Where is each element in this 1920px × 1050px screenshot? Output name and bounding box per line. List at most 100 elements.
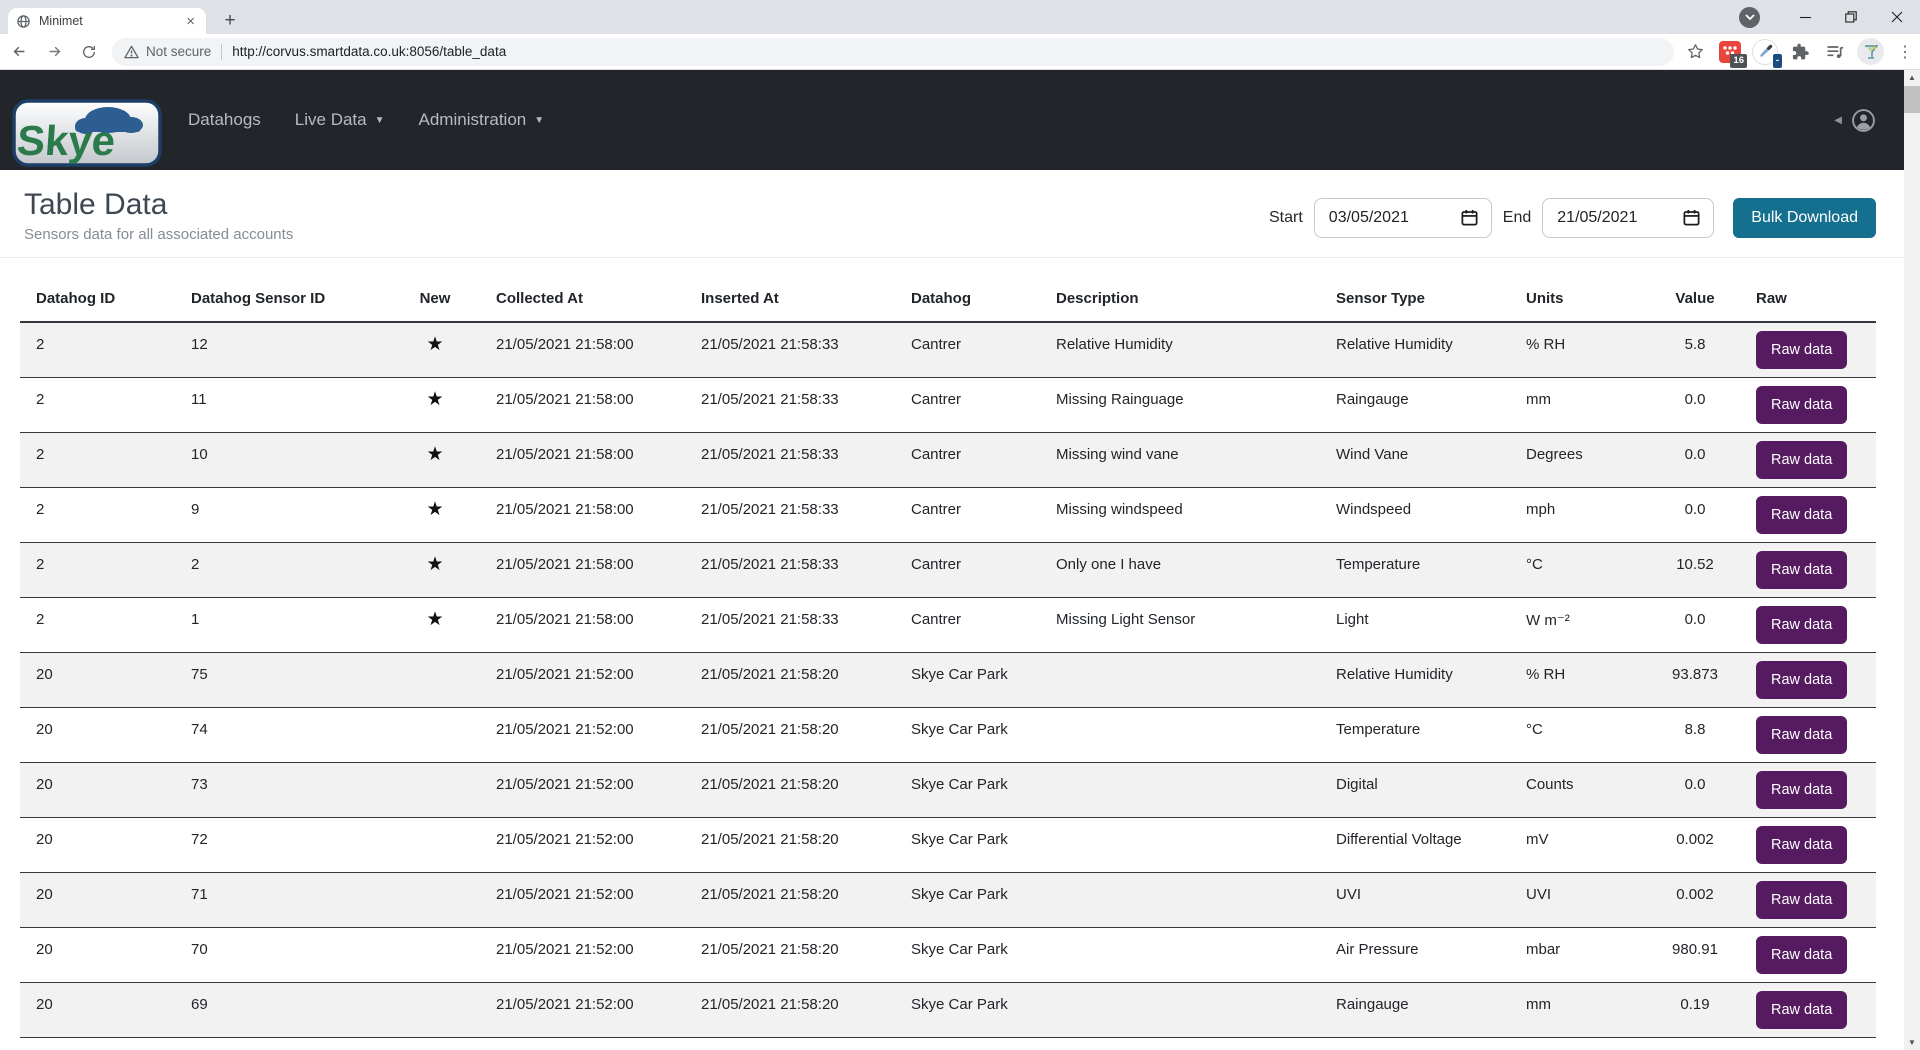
forward-icon[interactable] <box>38 36 70 68</box>
page-content: Table Data Sensors data for all associat… <box>0 170 1904 1050</box>
reload-icon[interactable] <box>73 36 105 68</box>
eyedropper-extension-icon[interactable]: - <box>1752 39 1778 65</box>
new-star-icon: ★ <box>426 499 443 520</box>
media-list-icon[interactable] <box>1822 39 1848 65</box>
cell-sensor-id: 75 <box>175 653 390 708</box>
column-header-collected-at: Collected At <box>480 268 685 322</box>
profile-avatar[interactable] <box>1857 38 1884 65</box>
raw-data-button[interactable]: Raw data <box>1756 826 1847 864</box>
cell-collected-at: 21/05/2021 21:58:00 <box>480 543 685 598</box>
skye-logo[interactable]: Skye <box>12 99 162 172</box>
bulk-download-button[interactable]: Bulk Download <box>1733 198 1876 238</box>
cell-value: 0.0 <box>1650 433 1740 488</box>
cell-raw: Raw data <box>1740 763 1876 818</box>
nav-item-administration[interactable]: Administration ▼ <box>419 110 545 130</box>
cell-collected-at: 21/05/2021 21:52:00 <box>480 873 685 928</box>
cell-new <box>390 653 480 708</box>
column-header-datahog-sensor-id: Datahog Sensor ID <box>175 268 390 322</box>
omnibox-divider <box>221 44 222 60</box>
puzzle-extensions-icon[interactable] <box>1787 39 1813 65</box>
cell-value: 0.002 <box>1650 818 1740 873</box>
cell-units: UVI <box>1510 873 1650 928</box>
cell-new: ★ <box>390 488 480 543</box>
table-row: 207521/05/2021 21:52:0021/05/2021 21:58:… <box>20 653 1876 708</box>
cell-collected-at: 21/05/2021 21:52:00 <box>480 653 685 708</box>
table-row: 22★21/05/2021 21:58:0021/05/2021 21:58:3… <box>20 543 1876 598</box>
cell-raw: Raw data <box>1740 433 1876 488</box>
window-minimize-button[interactable] <box>1782 0 1828 34</box>
cell-datahog-id: 2 <box>20 322 175 378</box>
cell-value: 5.8 <box>1650 322 1740 378</box>
scrollbar-down-icon[interactable]: ▼ <box>1904 1035 1920 1050</box>
calendar-icon[interactable] <box>1460 208 1479 227</box>
cell-description: Missing Light Sensor <box>1040 598 1320 653</box>
raw-data-button[interactable]: Raw data <box>1756 496 1847 534</box>
raw-data-button[interactable]: Raw data <box>1756 881 1847 919</box>
raw-data-button[interactable]: Raw data <box>1756 386 1847 424</box>
end-date-input[interactable]: 21/05/2021 <box>1542 198 1714 238</box>
back-icon[interactable] <box>3 36 35 68</box>
cell-new: ★ <box>390 378 480 433</box>
raw-data-button[interactable]: Raw data <box>1756 441 1847 479</box>
cell-datahog: Cantrer <box>895 433 1040 488</box>
cell-new <box>390 818 480 873</box>
bookmark-star-icon[interactable] <box>1679 36 1711 68</box>
tab-close-icon[interactable]: × <box>183 14 198 29</box>
cell-datahog-id: 2 <box>20 543 175 598</box>
cell-inserted-at: 21/05/2021 21:58:20 <box>685 818 895 873</box>
cell-datahog-id: 20 <box>20 818 175 873</box>
calendar-icon[interactable] <box>1682 208 1701 227</box>
cell-description: Missing windspeed <box>1040 488 1320 543</box>
app-navbar: Skye Datahogs Live Data ▼ Administration… <box>0 70 1904 170</box>
eyedropper-badge: - <box>1773 54 1782 67</box>
cell-datahog: Skye Car Park <box>895 928 1040 983</box>
raw-data-button[interactable]: Raw data <box>1756 606 1847 644</box>
cell-inserted-at: 21/05/2021 21:58:20 <box>685 873 895 928</box>
raw-data-button[interactable]: Raw data <box>1756 771 1847 809</box>
url-text[interactable]: http://corvus.smartdata.co.uk:8056/table… <box>232 44 506 59</box>
cell-sensor-type: Digital <box>1320 763 1510 818</box>
raw-data-button[interactable]: Raw data <box>1756 991 1847 1029</box>
cell-datahog-id: 20 <box>20 928 175 983</box>
raw-data-button[interactable]: Raw data <box>1756 936 1847 974</box>
cell-datahog: Skye Car Park <box>895 763 1040 818</box>
new-star-icon: ★ <box>426 334 443 355</box>
collapse-left-icon[interactable]: ◀ <box>1834 115 1842 126</box>
nav-item-live-data[interactable]: Live Data ▼ <box>295 110 385 130</box>
raw-data-button[interactable]: Raw data <box>1756 661 1847 699</box>
cell-sensor-type: Wind Vane <box>1320 433 1510 488</box>
cell-new <box>390 873 480 928</box>
raw-data-button[interactable]: Raw data <box>1756 716 1847 754</box>
red-extension-icon[interactable]: 16 <box>1717 39 1743 65</box>
start-date-input[interactable]: 03/05/2021 <box>1314 198 1492 238</box>
cell-value: 0.19 <box>1650 983 1740 1038</box>
cell-sensor-id: 2 <box>175 543 390 598</box>
column-header-value: Value <box>1650 268 1740 322</box>
browser-tab[interactable]: Minimet × <box>8 8 206 34</box>
svg-text:Skye: Skye <box>15 117 116 164</box>
cell-collected-at: 21/05/2021 21:58:00 <box>480 378 685 433</box>
cell-value: 0.0 <box>1650 488 1740 543</box>
cell-datahog-id: 20 <box>20 763 175 818</box>
new-tab-button[interactable]: + <box>216 7 244 35</box>
window-restore-button[interactable] <box>1828 0 1874 34</box>
cell-raw: Raw data <box>1740 322 1876 378</box>
cell-description: Missing Rainguage <box>1040 378 1320 433</box>
user-account-icon[interactable] <box>1851 108 1876 133</box>
raw-data-button[interactable]: Raw data <box>1756 331 1847 369</box>
table-row: 210★21/05/2021 21:58:0021/05/2021 21:58:… <box>20 433 1876 488</box>
scrollbar-up-icon[interactable]: ▲ <box>1904 70 1920 85</box>
address-bar[interactable]: Not secure http://corvus.smartdata.co.uk… <box>112 38 1674 66</box>
new-star-icon: ★ <box>426 609 443 630</box>
not-secure-label[interactable]: Not secure <box>146 44 211 59</box>
nav-item-datahogs[interactable]: Datahogs <box>188 110 261 130</box>
window-close-button[interactable] <box>1874 0 1920 34</box>
scrollbar-thumb[interactable] <box>1904 86 1920 113</box>
page-scrollbar[interactable]: ▲ ▼ <box>1904 70 1920 1050</box>
cell-datahog: Cantrer <box>895 322 1040 378</box>
not-secure-warning-icon[interactable] <box>124 45 139 59</box>
browser-menu-icon[interactable]: ⋮ <box>1893 42 1917 62</box>
tab-search-icon[interactable] <box>1739 7 1760 28</box>
raw-data-button[interactable]: Raw data <box>1756 551 1847 589</box>
cell-new: ★ <box>390 433 480 488</box>
